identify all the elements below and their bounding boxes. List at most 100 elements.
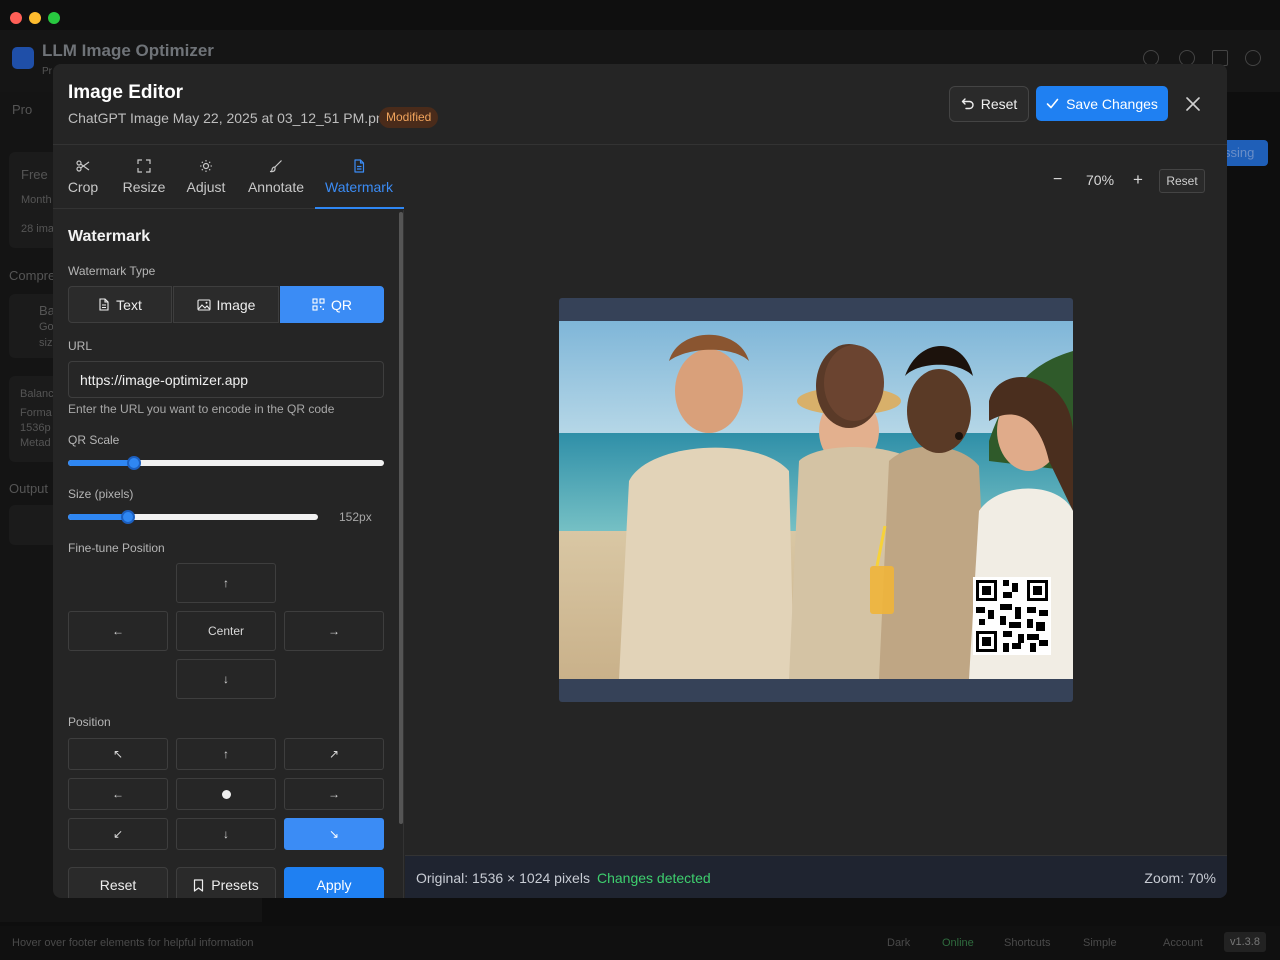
type-qr-button[interactable]: QR <box>280 286 384 323</box>
size-thumb[interactable] <box>121 510 135 524</box>
save-changes-label: Save Changes <box>1066 95 1158 112</box>
position-top-center[interactable]: ↑ <box>176 738 276 770</box>
zoom-level: 70% <box>1086 172 1115 188</box>
processing-button[interactable]: ssing <box>1222 140 1268 166</box>
footer-account[interactable]: Account <box>1163 937 1203 949</box>
footer-dark[interactable]: Dark <box>887 937 910 949</box>
tab-resize[interactable]: Resize <box>119 145 169 209</box>
center-button[interactable]: Center <box>176 611 276 651</box>
position-center[interactable] <box>176 778 276 810</box>
bookmark-icon <box>194 878 204 892</box>
setting-balanc: Balanc <box>20 388 54 400</box>
maximize-window-button[interactable] <box>48 12 60 24</box>
footer-simple[interactable]: Simple <box>1083 937 1117 949</box>
preset-go: Go <box>39 321 54 333</box>
panel-scrollbar[interactable] <box>399 212 403 824</box>
close-window-button[interactable] <box>10 12 22 24</box>
minimize-window-button[interactable] <box>29 12 41 24</box>
tab-crop[interactable]: Crop <box>61 145 105 209</box>
reset-button[interactable]: Reset <box>949 86 1029 122</box>
arrow-up-icon: ↑ <box>223 576 229 590</box>
size-label: Size (pixels) <box>68 487 134 501</box>
position-top-right[interactable]: ↗ <box>284 738 384 770</box>
fine-tune-label: Fine-tune Position <box>68 541 165 555</box>
changes-detected: Changes detected <box>597 870 711 886</box>
tab-crop-label: Crop <box>67 179 99 195</box>
document-icon <box>354 159 365 173</box>
qr-code <box>976 580 1048 652</box>
tab-watermark[interactable]: Watermark <box>321 145 397 209</box>
size-value: 152px <box>339 510 372 524</box>
footer-online[interactable]: Online <box>942 937 974 949</box>
close-icon <box>1186 97 1200 111</box>
position-middle-right[interactable]: → <box>284 778 384 810</box>
output-heading: Output <box>9 481 49 496</box>
sun-icon <box>200 160 212 172</box>
footer-shortcuts[interactable]: Shortcuts <box>1004 937 1050 949</box>
zoom-reset-button[interactable]: Reset <box>1159 169 1205 193</box>
position-bottom-left[interactable]: ↙ <box>68 818 168 850</box>
arrow-right-icon: → <box>328 787 340 801</box>
sidebar-pro: Pro <box>12 102 33 117</box>
presets-button[interactable]: Presets <box>176 867 276 898</box>
size-fill <box>68 514 128 520</box>
modal-title: Image Editor <box>68 82 184 103</box>
tab-adjust[interactable]: Adjust <box>183 145 229 209</box>
expand-icon <box>137 159 151 173</box>
close-modal-button[interactable] <box>1181 92 1205 116</box>
qr-scale-slider[interactable] <box>68 456 384 470</box>
watermark-type-label: Watermark Type <box>68 264 156 278</box>
type-image-button[interactable]: Image <box>173 286 279 323</box>
tab-watermark-label: Watermark <box>325 179 393 195</box>
plan-month: Month <box>21 194 52 206</box>
position-bottom-center[interactable]: ↓ <box>176 818 276 850</box>
url-hint: Enter the URL you want to encode in the … <box>68 402 335 416</box>
file-text-icon <box>99 298 109 311</box>
tab-annotate-label: Annotate <box>247 179 305 195</box>
setting-1536: 1536p <box>20 422 51 434</box>
plan-free: Free <box>21 167 48 182</box>
arrow-up-right-icon: ↗ <box>328 747 340 761</box>
tab-adjust-label: Adjust <box>186 179 226 195</box>
arrow-down-left-icon: ↙ <box>112 827 124 841</box>
qr-scale-thumb[interactable] <box>127 456 141 470</box>
nudge-left-button[interactable]: ← <box>68 611 168 651</box>
output-folder-card[interactable] <box>9 505 59 545</box>
panel-heading: Watermark <box>68 228 151 245</box>
apply-button[interactable]: Apply <box>284 867 384 898</box>
panel-reset-button[interactable]: Reset <box>68 867 168 898</box>
image-preview <box>559 298 1073 702</box>
tab-resize-label: Resize <box>122 179 166 195</box>
url-input[interactable] <box>68 361 384 398</box>
arrow-right-icon: → <box>328 624 340 638</box>
size-slider[interactable] <box>68 510 318 524</box>
brush-icon <box>269 160 282 173</box>
nudge-down-button[interactable]: ↓ <box>176 659 276 699</box>
nudge-right-button[interactable]: → <box>284 611 384 651</box>
image-editor-modal: Image Editor ChatGPT Image May 22, 2025 … <box>53 64 1227 898</box>
type-text-button[interactable]: Text <box>68 286 172 323</box>
setting-metad: Metad <box>20 437 51 449</box>
help-icon[interactable] <box>1245 50 1261 66</box>
arrow-up-left-icon: ↖ <box>112 747 124 761</box>
modified-badge: Modified <box>379 107 439 128</box>
modal-header: Image Editor ChatGPT Image May 22, 2025 … <box>53 64 1227 145</box>
arrow-down-icon: ↓ <box>223 827 229 841</box>
plan-images: 28 ima <box>21 223 55 235</box>
dot-icon <box>221 789 231 799</box>
arrow-left-icon: ← <box>112 787 124 801</box>
image-icon <box>196 298 211 311</box>
position-bottom-right[interactable]: ↘ <box>284 818 384 850</box>
nudge-up-button[interactable]: ↑ <box>176 563 276 603</box>
position-middle-left[interactable]: ← <box>68 778 168 810</box>
arrow-up-icon: ↑ <box>223 747 229 761</box>
zoom-out-button[interactable]: − <box>1053 171 1062 189</box>
save-changes-button[interactable]: Save Changes <box>1036 86 1168 121</box>
zoom-in-button[interactable]: + <box>1133 170 1143 190</box>
preset-siz: siz <box>39 337 53 349</box>
app-subtitle: Pr <box>42 66 52 77</box>
arrow-left-icon: ← <box>112 624 124 638</box>
position-top-left[interactable]: ↖ <box>68 738 168 770</box>
version-badge: v1.3.8 <box>1224 932 1266 952</box>
tab-annotate[interactable]: Annotate <box>245 145 307 209</box>
